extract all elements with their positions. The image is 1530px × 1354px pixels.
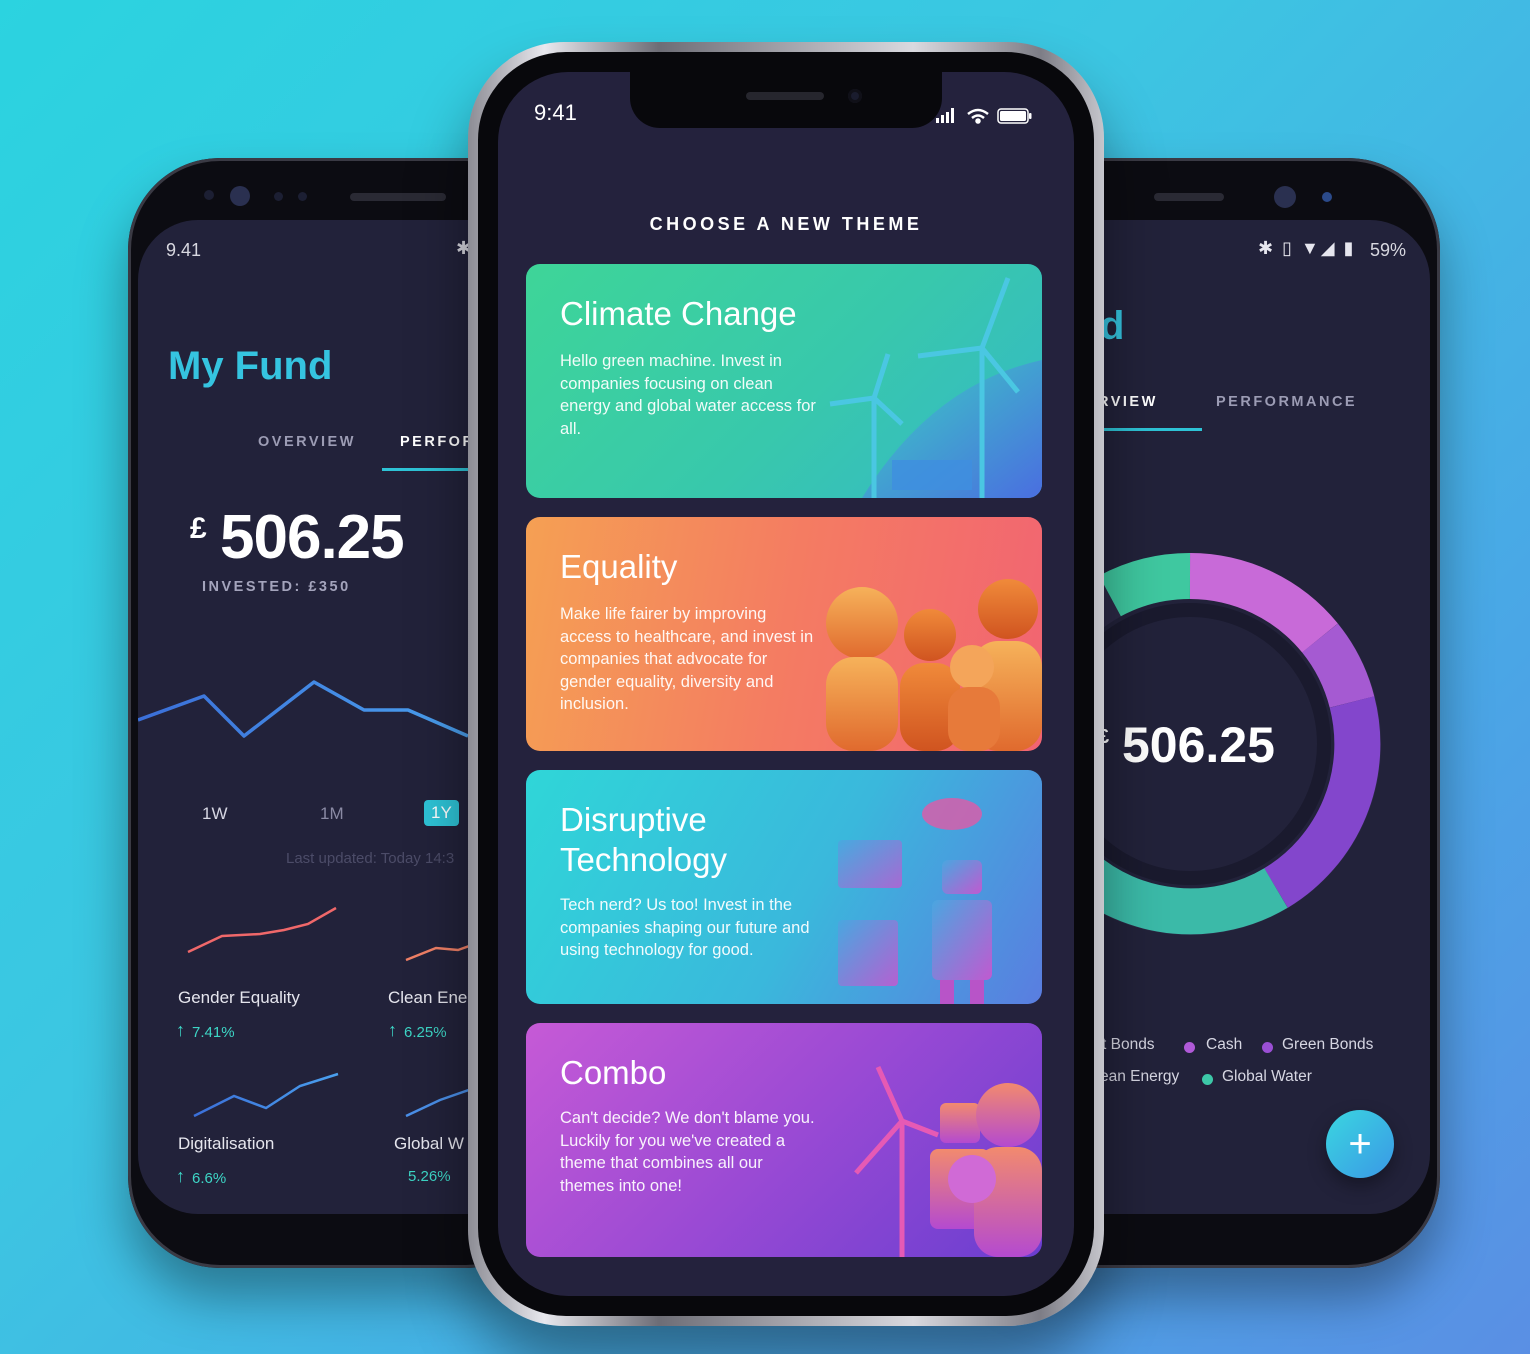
card-title: Equality — [560, 548, 678, 585]
earpiece-speaker — [746, 92, 824, 100]
status-time: 9:41 — [534, 100, 577, 125]
card-description: Make life fairer by improving access to … — [560, 605, 814, 713]
invested-label: INVESTED: £350 — [202, 579, 351, 595]
theme-name[interactable]: Global W — [394, 1134, 464, 1154]
up-arrow-icon: ↑ — [176, 1020, 185, 1040]
performance-line — [138, 680, 469, 738]
front-camera-icon — [848, 89, 862, 103]
legend-label: Green Bonds — [1282, 1036, 1374, 1053]
card-description: Can't decide? We don't blame you. Luckil… — [560, 1109, 815, 1195]
card-description: Hello green machine. Invest in companies… — [560, 352, 816, 438]
status-time: 9.41 — [166, 240, 202, 260]
battery-icon — [997, 108, 1032, 124]
front-camera-icon — [230, 186, 250, 206]
period-1y[interactable]: 1Y — [424, 800, 459, 826]
theme-change: 6.25% — [404, 1024, 447, 1041]
period-1m[interactable]: 1M — [320, 804, 344, 824]
earpiece-speaker — [350, 193, 446, 201]
legend-label: Global Water — [1222, 1068, 1312, 1085]
last-updated: Last updated: Today 14:3 — [286, 850, 455, 867]
tab-indicator — [382, 468, 482, 471]
fund-amount: 506.25 — [1122, 717, 1275, 773]
theme-change: 5.26% — [408, 1168, 451, 1185]
performance-line-chart — [138, 680, 469, 738]
legend-dot — [1202, 1074, 1213, 1085]
donut-segment-cash — [1301, 623, 1375, 709]
status-icons: ✱ ▯ ▼◢ ▮ — [1258, 238, 1356, 258]
up-arrow-icon: ↑ — [388, 1020, 397, 1040]
theme-change: 6.6% — [192, 1170, 227, 1187]
notch — [630, 72, 942, 128]
sensor-icon — [298, 192, 307, 201]
theme-name[interactable]: Gender Equality — [178, 988, 300, 1008]
legend-dot — [1184, 1042, 1195, 1053]
tab-performance[interactable]: PERFORMANCE — [1216, 394, 1357, 410]
legend-label: Cash — [1206, 1036, 1243, 1053]
card-title: Combo — [560, 1054, 667, 1091]
wifi-icon — [967, 108, 989, 124]
theme-card-disruptive-technology[interactable]: Disruptive Technology Tech nerd? Us too!… — [526, 770, 1042, 1004]
card-title: Disruptive Technology — [560, 801, 727, 879]
legend-dot — [1262, 1042, 1273, 1053]
fund-amount: 506.25 — [220, 503, 405, 572]
period-1w[interactable]: 1W — [202, 804, 228, 824]
center-phone: 9:41 CHOOSE A NEW THEME Climate Change H… — [468, 42, 1104, 1326]
theme-name[interactable]: Digitalisation — [178, 1134, 274, 1154]
gender-equality-sparkline — [187, 906, 337, 954]
signal-icon — [936, 108, 954, 123]
sensor-icon — [204, 190, 214, 200]
front-camera-icon — [1274, 186, 1296, 208]
digitalisation-sparkline — [193, 1072, 339, 1118]
battery-percent: 59% — [1370, 240, 1407, 260]
theme-change: 7.41% — [192, 1024, 235, 1041]
theme-card-equality[interactable]: Equality Make life fairer by improving a… — [526, 517, 1042, 751]
plus-icon: + — [1348, 1122, 1372, 1166]
tab-indicator — [1100, 428, 1202, 431]
sensor-icon — [1322, 192, 1332, 202]
tab-overview[interactable]: RVIEW — [1098, 394, 1158, 410]
theme-card-combo[interactable]: Combo Can't decide? We don't blame you. … — [526, 1023, 1042, 1257]
theme-name[interactable]: Clean Ene — [388, 988, 467, 1008]
theme-card-climate-change[interactable]: Climate Change Hello green machine. Inve… — [526, 264, 1042, 498]
status-icons — [936, 108, 1032, 124]
tab-overview[interactable]: OVERVIEW — [258, 434, 356, 450]
legend-label: t Bonds — [1102, 1036, 1155, 1053]
tab-performance[interactable]: PERFOR — [400, 434, 475, 450]
currency-symbol: £ — [190, 512, 207, 545]
up-arrow-icon: ↑ — [176, 1166, 185, 1186]
legend-label: ean Energy — [1100, 1068, 1180, 1085]
screen-header: CHOOSE A NEW THEME — [649, 214, 923, 234]
card-title: Climate Change — [560, 295, 797, 332]
page-title: My Fund — [168, 344, 333, 388]
sensor-icon — [274, 192, 283, 201]
card-description: Tech nerd? Us too! Invest in the compani… — [560, 896, 810, 959]
donut-segment-teal-top — [1099, 552, 1191, 617]
earpiece-speaker — [1154, 193, 1224, 201]
center-screen: 9:41 CHOOSE A NEW THEME Climate Change H… — [498, 72, 1074, 1296]
add-fab-button[interactable]: + — [1326, 1110, 1394, 1178]
